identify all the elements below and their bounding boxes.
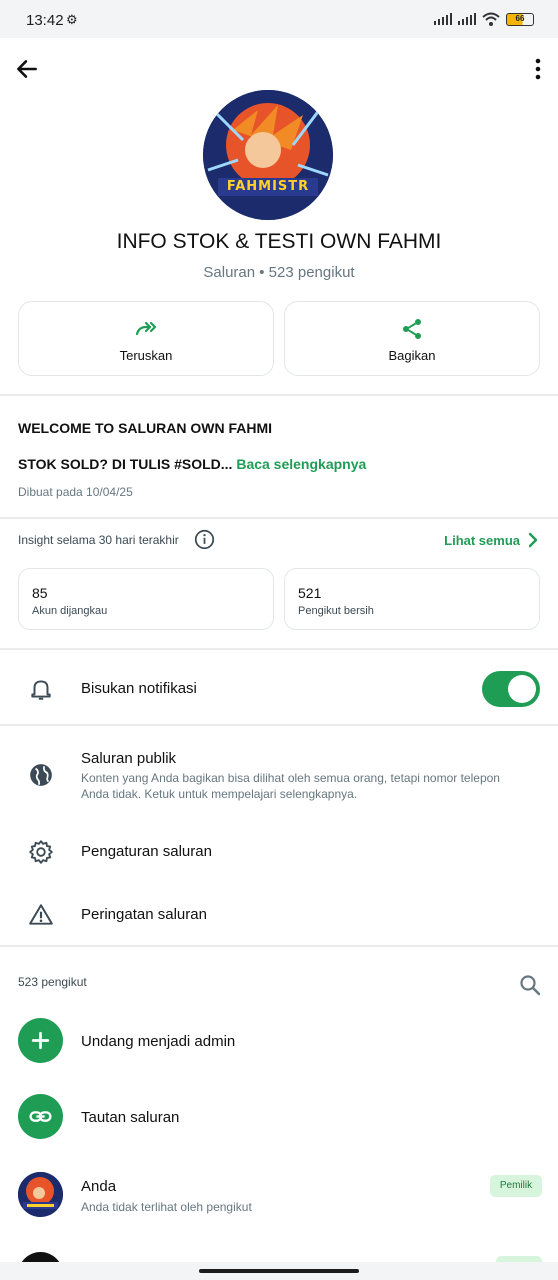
see-all-link[interactable]: Lihat semua (444, 533, 520, 548)
share-label: Bagikan (388, 348, 436, 363)
mute-notifications-label: Bisukan notifikasi (81, 680, 197, 697)
search-icon[interactable] (518, 973, 542, 997)
forward-label: Teruskan (119, 348, 173, 363)
more-options-icon[interactable] (534, 58, 542, 80)
description-text: STOK SOLD? DI TULIS #SOLD... Baca seleng… (18, 456, 366, 472)
public-channel-label[interactable]: Saluran publik (81, 750, 176, 767)
follower-name[interactable]: Anda (81, 1178, 116, 1195)
channel-settings-label[interactable]: Pengaturan saluran (81, 843, 212, 860)
channel-warning-label[interactable]: Peringatan saluran (81, 906, 207, 923)
signal-icon-2 (458, 13, 476, 25)
channel-title: INFO STOK & TESTI OWN FAHMI (116, 230, 442, 253)
home-gesture-bar[interactable] (199, 1269, 359, 1273)
stat-card-followers[interactable]: 521 Pengikut bersih (284, 568, 540, 630)
followers-count: 523 pengikut (18, 975, 87, 989)
avatar[interactable] (18, 1172, 63, 1217)
globe-icon (30, 764, 52, 786)
share-icon (403, 319, 421, 339)
divider (0, 517, 558, 519)
info-icon[interactable] (194, 529, 215, 550)
stat-caption: Pengikut bersih (298, 605, 374, 617)
invite-admin-label[interactable]: Undang menjadi admin (81, 1033, 235, 1050)
channel-subtitle: Saluran • 523 pengikut (203, 264, 355, 281)
stat-value: 85 (32, 585, 48, 601)
channel-link-button[interactable] (18, 1094, 63, 1139)
forward-icon (135, 321, 157, 336)
avatar-logo-text: FAHMISTR (226, 179, 310, 194)
chevron-right-icon[interactable] (526, 531, 540, 549)
share-button[interactable]: Bagikan (284, 301, 540, 376)
created-date: Dibuat pada 10/04/25 (18, 485, 133, 499)
status-time: 13:42 (26, 12, 64, 29)
bell-icon (31, 680, 51, 700)
channel-avatar[interactable]: FAHMISTR (203, 90, 333, 220)
battery-icon: 66 (506, 12, 534, 26)
divider (0, 945, 558, 947)
public-channel-description: Konten yang Anda bagikan bisa dilihat ol… (81, 771, 500, 801)
link-icon (29, 1111, 52, 1122)
follower-description: Anda tidak terlihat oleh pengikut (81, 1200, 252, 1214)
description-title: WELCOME TO SALURAN OWN FAHMI (18, 420, 273, 436)
stat-card-reach[interactable]: 85 Akun dijangkau (18, 568, 274, 630)
divider (0, 724, 558, 726)
insight-label: Insight selama 30 hari terakhir (18, 533, 179, 547)
status-icons: 66 (434, 12, 534, 26)
plus-icon (31, 1031, 50, 1050)
settings-status-icon: ⚙ (66, 12, 78, 27)
stat-value: 521 (298, 585, 322, 601)
description-line: STOK SOLD? DI TULIS #SOLD... (18, 456, 233, 472)
status-bar: 13:42 ⚙ 66 (0, 0, 558, 38)
divider (0, 648, 558, 650)
owner-badge: Pemilik (490, 1175, 542, 1197)
stat-caption: Akun dijangkau (32, 605, 108, 617)
mute-toggle[interactable] (482, 671, 540, 707)
toggle-knob (508, 675, 536, 703)
forward-button[interactable]: Teruskan (18, 301, 274, 376)
read-more-link[interactable]: Baca selengkapnya (236, 456, 366, 472)
divider (0, 394, 558, 396)
gear-icon (29, 840, 53, 864)
wifi-icon (482, 12, 500, 26)
warning-icon (29, 904, 53, 925)
invite-admin-button[interactable] (18, 1018, 63, 1063)
back-arrow-icon[interactable] (14, 56, 40, 82)
channel-link-label[interactable]: Tautan saluran (81, 1109, 179, 1126)
signal-icon (434, 13, 452, 25)
